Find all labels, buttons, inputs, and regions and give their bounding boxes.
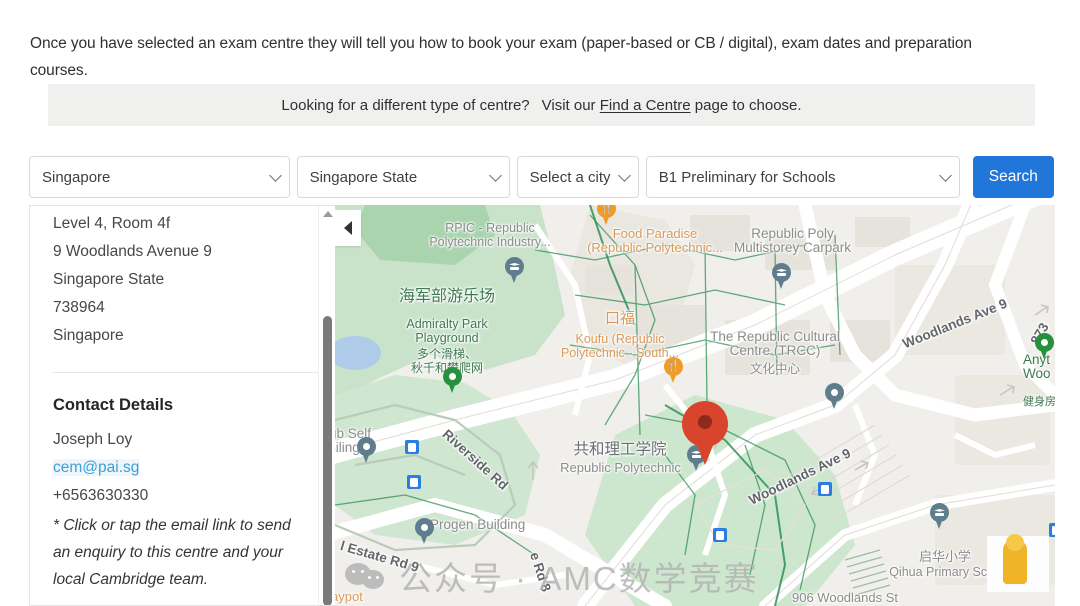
city-select[interactable]: Select a city (516, 156, 639, 198)
address-block: Building E1 Level 4, Room 4f 9 Woodlands… (53, 206, 318, 364)
contact-phone: +6563630330 (53, 487, 149, 504)
page-root: Once you have selected an exam centre th… (0, 0, 1080, 606)
address-line: Level 4, Room 4f (53, 215, 171, 232)
collapse-panel-button[interactable] (335, 210, 361, 246)
city-select-value: Select a city (529, 168, 611, 186)
map-view[interactable]: RPIC - Republic Polytechnic Industry... … (335, 205, 1055, 606)
intro-paragraph: Once you have selected an exam centre th… (30, 34, 972, 79)
search-button[interactable]: Search (972, 156, 1054, 198)
address-line: Singapore (53, 327, 124, 344)
panel-scrollbar[interactable] (318, 206, 335, 605)
chevron-left-icon (344, 221, 352, 235)
state-select[interactable]: Singapore State (296, 156, 510, 198)
panel-divider (53, 372, 319, 373)
address-line: 738964 (53, 299, 105, 316)
exam-select[interactable]: B1 Preliminary for Schools (645, 156, 960, 198)
notice-suffix: page to choose. (694, 96, 802, 114)
exam-select-value: B1 Preliminary for Schools (658, 168, 836, 186)
contact-note: * Click or tap the email link to send an… (53, 517, 291, 588)
country-select[interactable]: Singapore (29, 156, 290, 198)
scroll-up-arrow-icon[interactable] (323, 211, 333, 217)
chevron-down-icon (617, 169, 631, 182)
map-canvas (335, 205, 1055, 606)
notice-prefix: Visit our (541, 96, 596, 114)
contact-name: Joseph Loy (53, 431, 133, 448)
centre-details-panel: Building E1 Level 4, Room 4f 9 Woodlands… (29, 205, 335, 606)
chevron-down-icon (268, 169, 282, 182)
country-select-value: Singapore (42, 168, 111, 186)
contact-details-heading: Contact Details (53, 396, 174, 414)
scrollbar-thumb[interactable] (323, 316, 332, 605)
address-line: 9 Woodlands Avenue 9 (53, 243, 212, 260)
address-line: Singapore State (53, 271, 165, 288)
notice-question: Looking for a different type of centre? (281, 96, 530, 114)
state-select-value: Singapore State (309, 168, 418, 186)
search-filter-bar: Singapore Singapore State Select a city … (29, 156, 1054, 198)
chevron-down-icon (938, 169, 952, 182)
contact-email-link[interactable]: cem@pai.sg (53, 459, 140, 476)
find-a-centre-notice: Looking for a different type of centre? … (48, 84, 1035, 126)
centre-details-scroll: Building E1 Level 4, Room 4f 9 Woodlands… (30, 206, 319, 593)
find-a-centre-link[interactable]: Find a Centre (600, 97, 691, 114)
results-area: Building E1 Level 4, Room 4f 9 Woodlands… (29, 205, 1055, 606)
chevron-down-icon (488, 169, 502, 182)
